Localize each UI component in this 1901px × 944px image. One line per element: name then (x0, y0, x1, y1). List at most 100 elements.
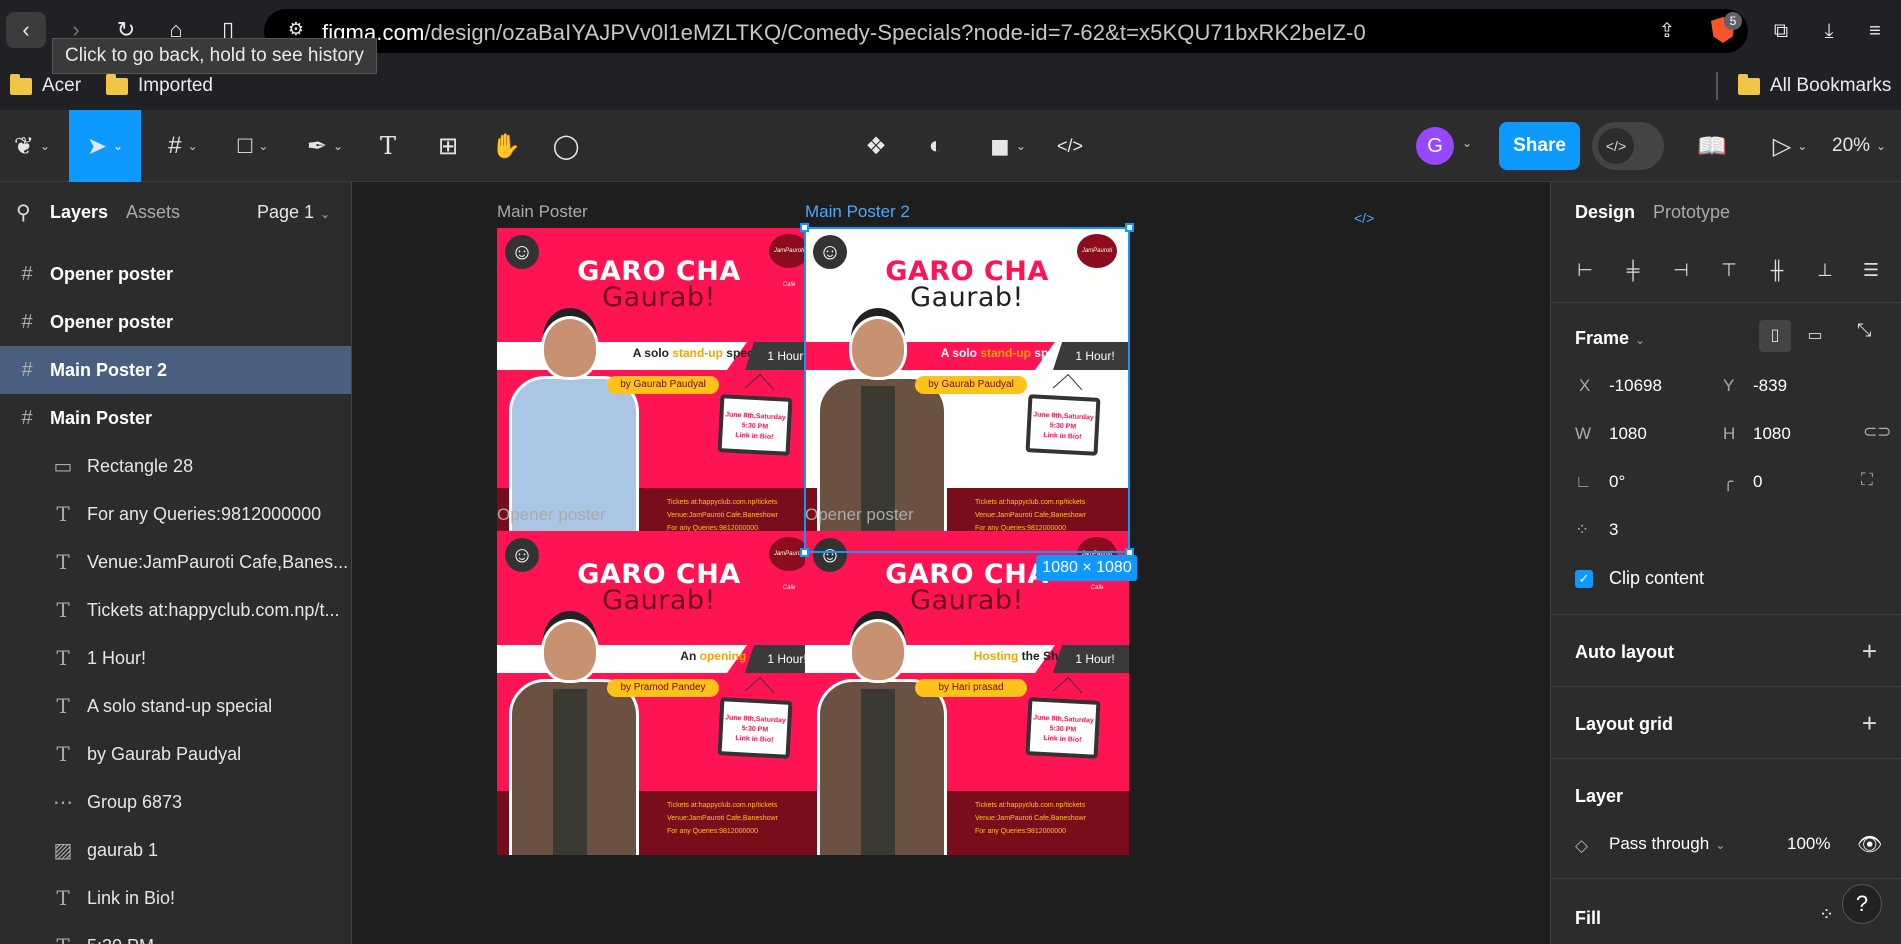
mask-tool[interactable]: ◐ (918, 110, 954, 182)
code-icon: </> (1598, 128, 1634, 164)
text-tool[interactable]: T (372, 110, 404, 182)
frame-tool[interactable]: # ⌄ (158, 110, 208, 182)
shape-tool[interactable]: □ ⌄ (228, 110, 278, 182)
page-selector[interactable]: Page 1 ⌄ (257, 202, 330, 223)
layer-row[interactable]: # Main Poster 2 (0, 346, 351, 394)
independent-corners-icon[interactable]: ⛶ (1861, 470, 1873, 490)
canvas[interactable]: Main Poster ☺ JamPauroti Cafe GARO CHA Gaura… (352, 182, 1550, 944)
y-input[interactable]: -839 (1753, 376, 1787, 396)
poster-info-venue: Venue:JamPauroti Cafe,Baneshowr (667, 815, 778, 822)
corner-radius-input[interactable]: 0 (1753, 472, 1762, 492)
align-center-v-icon[interactable]: ╫ (1763, 256, 1791, 284)
frame-section-title[interactable]: Frame ⌄ (1575, 328, 1645, 349)
layer-row[interactable]: # Opener poster (0, 298, 351, 346)
portrait-orientation-icon[interactable]: ▯ (1759, 320, 1791, 352)
layer-row[interactable]: T Link in Bio! (0, 874, 351, 922)
layer-row[interactable]: ⋯ Group 6873 (0, 778, 351, 826)
frame-title-text: Frame (1575, 328, 1630, 348)
height-input[interactable]: 1080 (1753, 424, 1791, 444)
align-bottom-icon[interactable]: ⊥ (1811, 256, 1839, 284)
layer-row[interactable]: T For any Queries:9812000000 (0, 490, 351, 538)
distribute-icon[interactable]: ☰ (1857, 256, 1885, 284)
dev-tool[interactable]: </> (1052, 110, 1088, 182)
hand-tool[interactable]: ✋ (488, 110, 524, 182)
divider (1551, 302, 1901, 303)
brave-badge: 5 (1724, 12, 1742, 30)
layer-row[interactable]: ▭ Rectangle 28 (0, 442, 351, 490)
hamburger-icon[interactable]: ≡ (1860, 16, 1890, 46)
align-center-h-icon[interactable]: ╪ (1619, 256, 1647, 284)
address-bar[interactable]: ⚙ figma.com/design/ozaBaIYAJPVv0l1eMZLTK… (264, 9, 1748, 53)
download-icon[interactable]: ⤓ (1814, 16, 1844, 46)
layer-row[interactable]: T 5:30 PM (0, 922, 351, 944)
avatar[interactable]: G (1416, 127, 1454, 165)
chevron-down-icon[interactable]: ⌄ (1462, 136, 1472, 150)
share-button[interactable]: Share (1499, 122, 1580, 170)
frame-label[interactable]: Opener poster (805, 505, 914, 525)
pen-tool[interactable]: ✒ ⌄ (300, 110, 350, 182)
align-top-icon[interactable]: ⊤ (1715, 256, 1743, 284)
dev-mode-toggle[interactable]: </> (1592, 122, 1664, 170)
styles-icon[interactable]: ⁘ (1819, 904, 1834, 925)
layer-row[interactable]: ▨ gaurab 1 (0, 826, 351, 874)
library-button[interactable]: 📖 (1692, 110, 1732, 182)
tab-layers[interactable]: Layers (50, 202, 108, 223)
layer-row[interactable]: # Opener poster (0, 250, 351, 298)
layout-grid-title: Layout grid (1575, 714, 1673, 734)
poster-info-tickets: Tickets at:happyclub.com.np/tickets (667, 802, 778, 809)
back-button[interactable]: ‹ (6, 12, 46, 48)
landscape-orientation-icon[interactable]: ▭ (1799, 320, 1831, 352)
resources-tool[interactable]: ⊞ (432, 110, 464, 182)
comment-tool[interactable]: ◯ (548, 110, 584, 182)
poster-title-line2: Gaurab! (602, 282, 716, 313)
layer-row[interactable]: T Tickets at:happyclub.com.np/t... (0, 586, 351, 634)
tab-assets[interactable]: Assets (126, 202, 180, 223)
bookmark-folder-imported[interactable]: Imported (106, 70, 213, 102)
opacity-input[interactable]: 100% (1787, 834, 1830, 854)
clip-content-checkbox[interactable]: ✓ (1575, 570, 1593, 588)
poster-frame[interactable]: ☺ JamPauroti Cafe GARO CHA Gaurab! An openin… (497, 531, 821, 855)
align-right-icon[interactable]: ⊣ (1667, 256, 1695, 284)
add-layout-grid-icon[interactable]: + (1862, 708, 1877, 739)
layer-row[interactable]: T Venue:JamPauroti Cafe,Banes... (0, 538, 351, 586)
move-tool[interactable]: ➤ ⌄ (69, 110, 141, 182)
layer-row[interactable]: # Main Poster (0, 394, 351, 442)
tab-prototype[interactable]: Prototype (1653, 202, 1730, 223)
main-menu-button[interactable]: ❦ ⌄ (8, 110, 56, 182)
count-input[interactable]: 3 (1609, 520, 1618, 540)
poster-frame[interactable]: ☺ JamPauroti Cafe GARO CHA Gaurab! A solo st… (497, 228, 821, 552)
x-input[interactable]: -10698 (1609, 376, 1662, 396)
search-icon[interactable]: ⚲ (16, 200, 31, 225)
align-left-icon[interactable]: ⊢ (1571, 256, 1599, 284)
resize-handle[interactable] (800, 223, 809, 232)
frame-label[interactable]: Main Poster 2 (805, 202, 910, 222)
bookmark-folder-acer[interactable]: Acer (10, 70, 81, 102)
constrain-proportions-icon[interactable]: ⊂⊃ (1863, 422, 1892, 442)
width-input[interactable]: 1080 (1609, 424, 1647, 444)
resize-handle[interactable] (1125, 223, 1134, 232)
tab-design[interactable]: Design (1575, 202, 1635, 223)
frame-label[interactable]: Main Poster (497, 202, 588, 222)
add-auto-layout-icon[interactable]: + (1862, 636, 1877, 667)
share-icon[interactable]: ⇪ (1652, 16, 1682, 46)
resize-handle[interactable] (800, 548, 809, 557)
component-tool[interactable]: ❖ (858, 110, 894, 182)
code-icon[interactable]: </> (1354, 210, 1374, 226)
eye-icon[interactable]: 👁 (1857, 832, 1882, 857)
chevron-down-icon: ⌄ (320, 207, 331, 221)
resize-to-fit-icon[interactable]: ⤡ (1857, 320, 1871, 341)
puzzle-icon[interactable]: ⧉ (1766, 16, 1796, 46)
zoom-dropdown[interactable]: 20% ⌄ (1832, 110, 1886, 182)
url-text[interactable]: figma.com/design/ozaBaIYAJPVv0l1eMZLTKQ/… (322, 20, 1366, 46)
layer-row[interactable]: T A solo stand-up special (0, 682, 351, 730)
blend-mode-select[interactable]: Pass through ⌄ (1609, 834, 1725, 854)
boolean-tool[interactable]: ◼ ⌄ (980, 110, 1036, 182)
poster-frame[interactable]: ☺ JamPauroti Cafe GARO CHA Gaurab! A solo st… (805, 228, 1129, 552)
rotation-input[interactable]: 0° (1609, 472, 1625, 492)
all-bookmarks[interactable]: All Bookmarks (1738, 70, 1891, 102)
layer-row[interactable]: T 1 Hour! (0, 634, 351, 682)
layer-row[interactable]: Tby Gaurab Paudyal (0, 730, 351, 778)
present-button[interactable]: ▷ ⌄ (1762, 110, 1818, 182)
help-button[interactable]: ? (1842, 884, 1882, 924)
frame-label[interactable]: Opener poster (497, 505, 606, 525)
